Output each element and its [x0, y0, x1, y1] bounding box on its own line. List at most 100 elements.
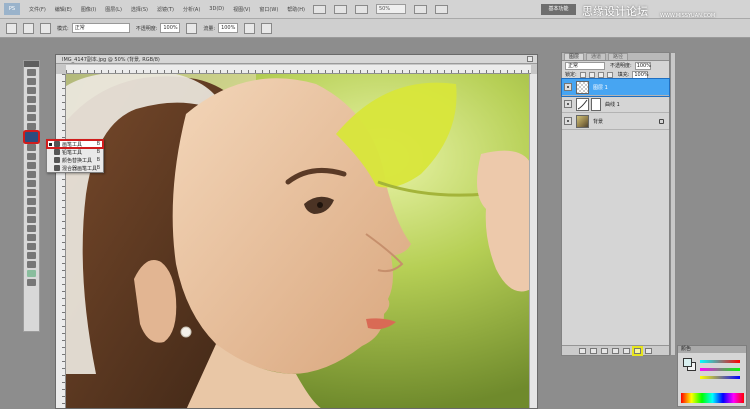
lock-all-icon[interactable] [606, 71, 613, 78]
foreground-color-swatch[interactable] [27, 270, 36, 277]
type-tool-icon[interactable] [27, 207, 36, 214]
flyout-item-brush[interactable]: 画笔工具 B [46, 139, 104, 149]
layer-row-layer-1[interactable]: 图层 1 [561, 78, 670, 97]
layer-thumbnail [576, 80, 589, 94]
menu-layer[interactable]: 图层(L) [105, 6, 122, 13]
flyout-item-pencil[interactable]: 铅笔工具 B [47, 148, 103, 156]
tab-layers[interactable]: 图层 [564, 53, 585, 60]
healing-brush-tool-icon[interactable] [27, 123, 36, 130]
path-select-tool-icon[interactable] [27, 216, 36, 223]
menu-analysis[interactable]: 分析(A) [183, 6, 200, 13]
lasso-tool-icon[interactable] [27, 87, 36, 94]
zoom-tool-icon[interactable] [27, 261, 36, 268]
bridge-icon[interactable] [312, 4, 326, 14]
flyout-item-color-replacement[interactable]: 颜色替换工具 B [47, 156, 103, 164]
menu-help[interactable]: 帮助(H) [287, 6, 305, 13]
foreground-color-swatch[interactable] [683, 358, 692, 367]
lock-pixels-icon[interactable] [588, 71, 595, 78]
3d-camera-tool-icon[interactable] [27, 243, 36, 250]
blue-slider[interactable] [700, 376, 740, 379]
layer-style-icon[interactable] [590, 347, 597, 354]
horizontal-ruler[interactable] [66, 65, 531, 74]
fill-field[interactable]: 100% [632, 70, 649, 79]
document-title: IMG_4147副本.jpg @ 50% (背景, RGB/8) [62, 56, 160, 63]
menu-file[interactable]: 文件(F) [29, 6, 46, 13]
adjustment-layer-icon[interactable] [612, 347, 619, 354]
shortcut-key: B [96, 165, 100, 171]
lock-transparent-icon[interactable] [579, 71, 586, 78]
shape-tool-icon[interactable] [27, 225, 36, 232]
3d-rotate-tool-icon[interactable] [27, 234, 36, 241]
tab-paths[interactable]: 路径 [608, 53, 629, 60]
pressure-size-icon[interactable] [261, 22, 273, 34]
color-spectrum[interactable] [681, 393, 744, 403]
zoom-level-field[interactable]: 50% [375, 4, 406, 14]
layer-mask-thumbnail[interactable] [591, 97, 601, 111]
lock-position-icon[interactable] [597, 71, 604, 78]
eyedropper-tool-icon[interactable] [27, 114, 36, 121]
image-canvas[interactable] [66, 74, 531, 408]
gradient-tool-icon[interactable] [27, 171, 36, 178]
opacity-field[interactable]: 100% [160, 23, 181, 33]
brush-panel-toggle-icon[interactable] [40, 22, 51, 34]
airbrush-icon[interactable] [244, 22, 256, 34]
tab-channels[interactable]: 通道 [586, 53, 607, 60]
eraser-tool-icon[interactable] [27, 162, 36, 169]
vertical-ruler[interactable] [56, 74, 66, 408]
clone-stamp-tool-icon[interactable] [27, 144, 36, 151]
screen-mode-icon[interactable] [434, 4, 448, 14]
toolbox [23, 60, 40, 332]
menu-image[interactable]: 图像(I) [81, 6, 96, 13]
brush-tool-icon[interactable] [25, 132, 38, 142]
red-slider[interactable] [700, 360, 740, 363]
visibility-eye-icon[interactable] [564, 117, 572, 125]
flow-field[interactable]: 100% [218, 23, 239, 33]
extras-icon[interactable] [354, 4, 368, 14]
menu-3d[interactable]: 3D(D) [209, 6, 224, 12]
flyout-item-mixer-brush[interactable]: 混合器画笔工具 B [47, 164, 103, 172]
link-layers-icon[interactable] [579, 347, 586, 354]
document-tab[interactable]: IMG_4147副本.jpg @ 50% (背景, RGB/8) [56, 55, 537, 64]
close-icon[interactable] [527, 56, 533, 62]
visibility-eye-icon[interactable] [564, 100, 572, 108]
pressure-opacity-icon[interactable] [186, 22, 198, 34]
delete-layer-icon[interactable] [645, 347, 652, 354]
menu-select[interactable]: 选择(S) [131, 6, 148, 13]
arrange-documents-icon[interactable] [413, 4, 427, 14]
flyout-item-label: 颜色替换工具 [62, 157, 93, 164]
quick-mask-icon[interactable] [27, 279, 36, 286]
quick-select-tool-icon[interactable] [27, 96, 36, 103]
hand-tool-icon[interactable] [27, 252, 36, 259]
panel-dock-strip[interactable] [670, 52, 676, 356]
document-scrollbar[interactable] [529, 74, 537, 408]
add-mask-icon[interactable] [601, 347, 608, 354]
layer-row-curves-1[interactable]: 曲线 1 [562, 96, 669, 113]
flyout-item-label: 铅笔工具 [62, 149, 83, 156]
new-layer-icon[interactable] [632, 345, 643, 356]
green-slider[interactable] [700, 368, 740, 371]
color-panel: 颜色 [677, 345, 747, 407]
mini-bridge-icon[interactable] [333, 4, 347, 14]
pen-tool-icon[interactable] [27, 198, 36, 205]
brush-size-icon[interactable] [23, 22, 34, 34]
blend-mode-select[interactable]: 正常 [565, 61, 605, 70]
menu-window[interactable]: 窗口(W) [259, 6, 278, 13]
menu-filter[interactable]: 滤镜(T) [157, 6, 174, 13]
history-brush-tool-icon[interactable] [27, 153, 36, 160]
workspace-switcher-button[interactable]: 基本功能 [541, 4, 576, 15]
toolbox-header[interactable] [24, 61, 39, 67]
mode-select[interactable]: 正常 [71, 23, 130, 33]
layer-opacity-field[interactable]: 100% [634, 61, 651, 70]
marquee-tool-icon[interactable] [27, 78, 36, 85]
move-tool-icon[interactable] [27, 69, 36, 76]
layer-row-background[interactable]: 背景 [562, 113, 669, 130]
dodge-tool-icon[interactable] [27, 189, 36, 196]
layer-name: 曲线 1 [605, 101, 620, 108]
crop-tool-icon[interactable] [27, 105, 36, 112]
new-group-icon[interactable] [623, 347, 630, 354]
menu-edit[interactable]: 编辑(E) [55, 6, 72, 13]
menu-view[interactable]: 视图(V) [233, 6, 250, 13]
visibility-eye-icon[interactable] [564, 83, 572, 91]
brush-preset-icon[interactable] [6, 22, 17, 34]
blur-tool-icon[interactable] [27, 180, 36, 187]
